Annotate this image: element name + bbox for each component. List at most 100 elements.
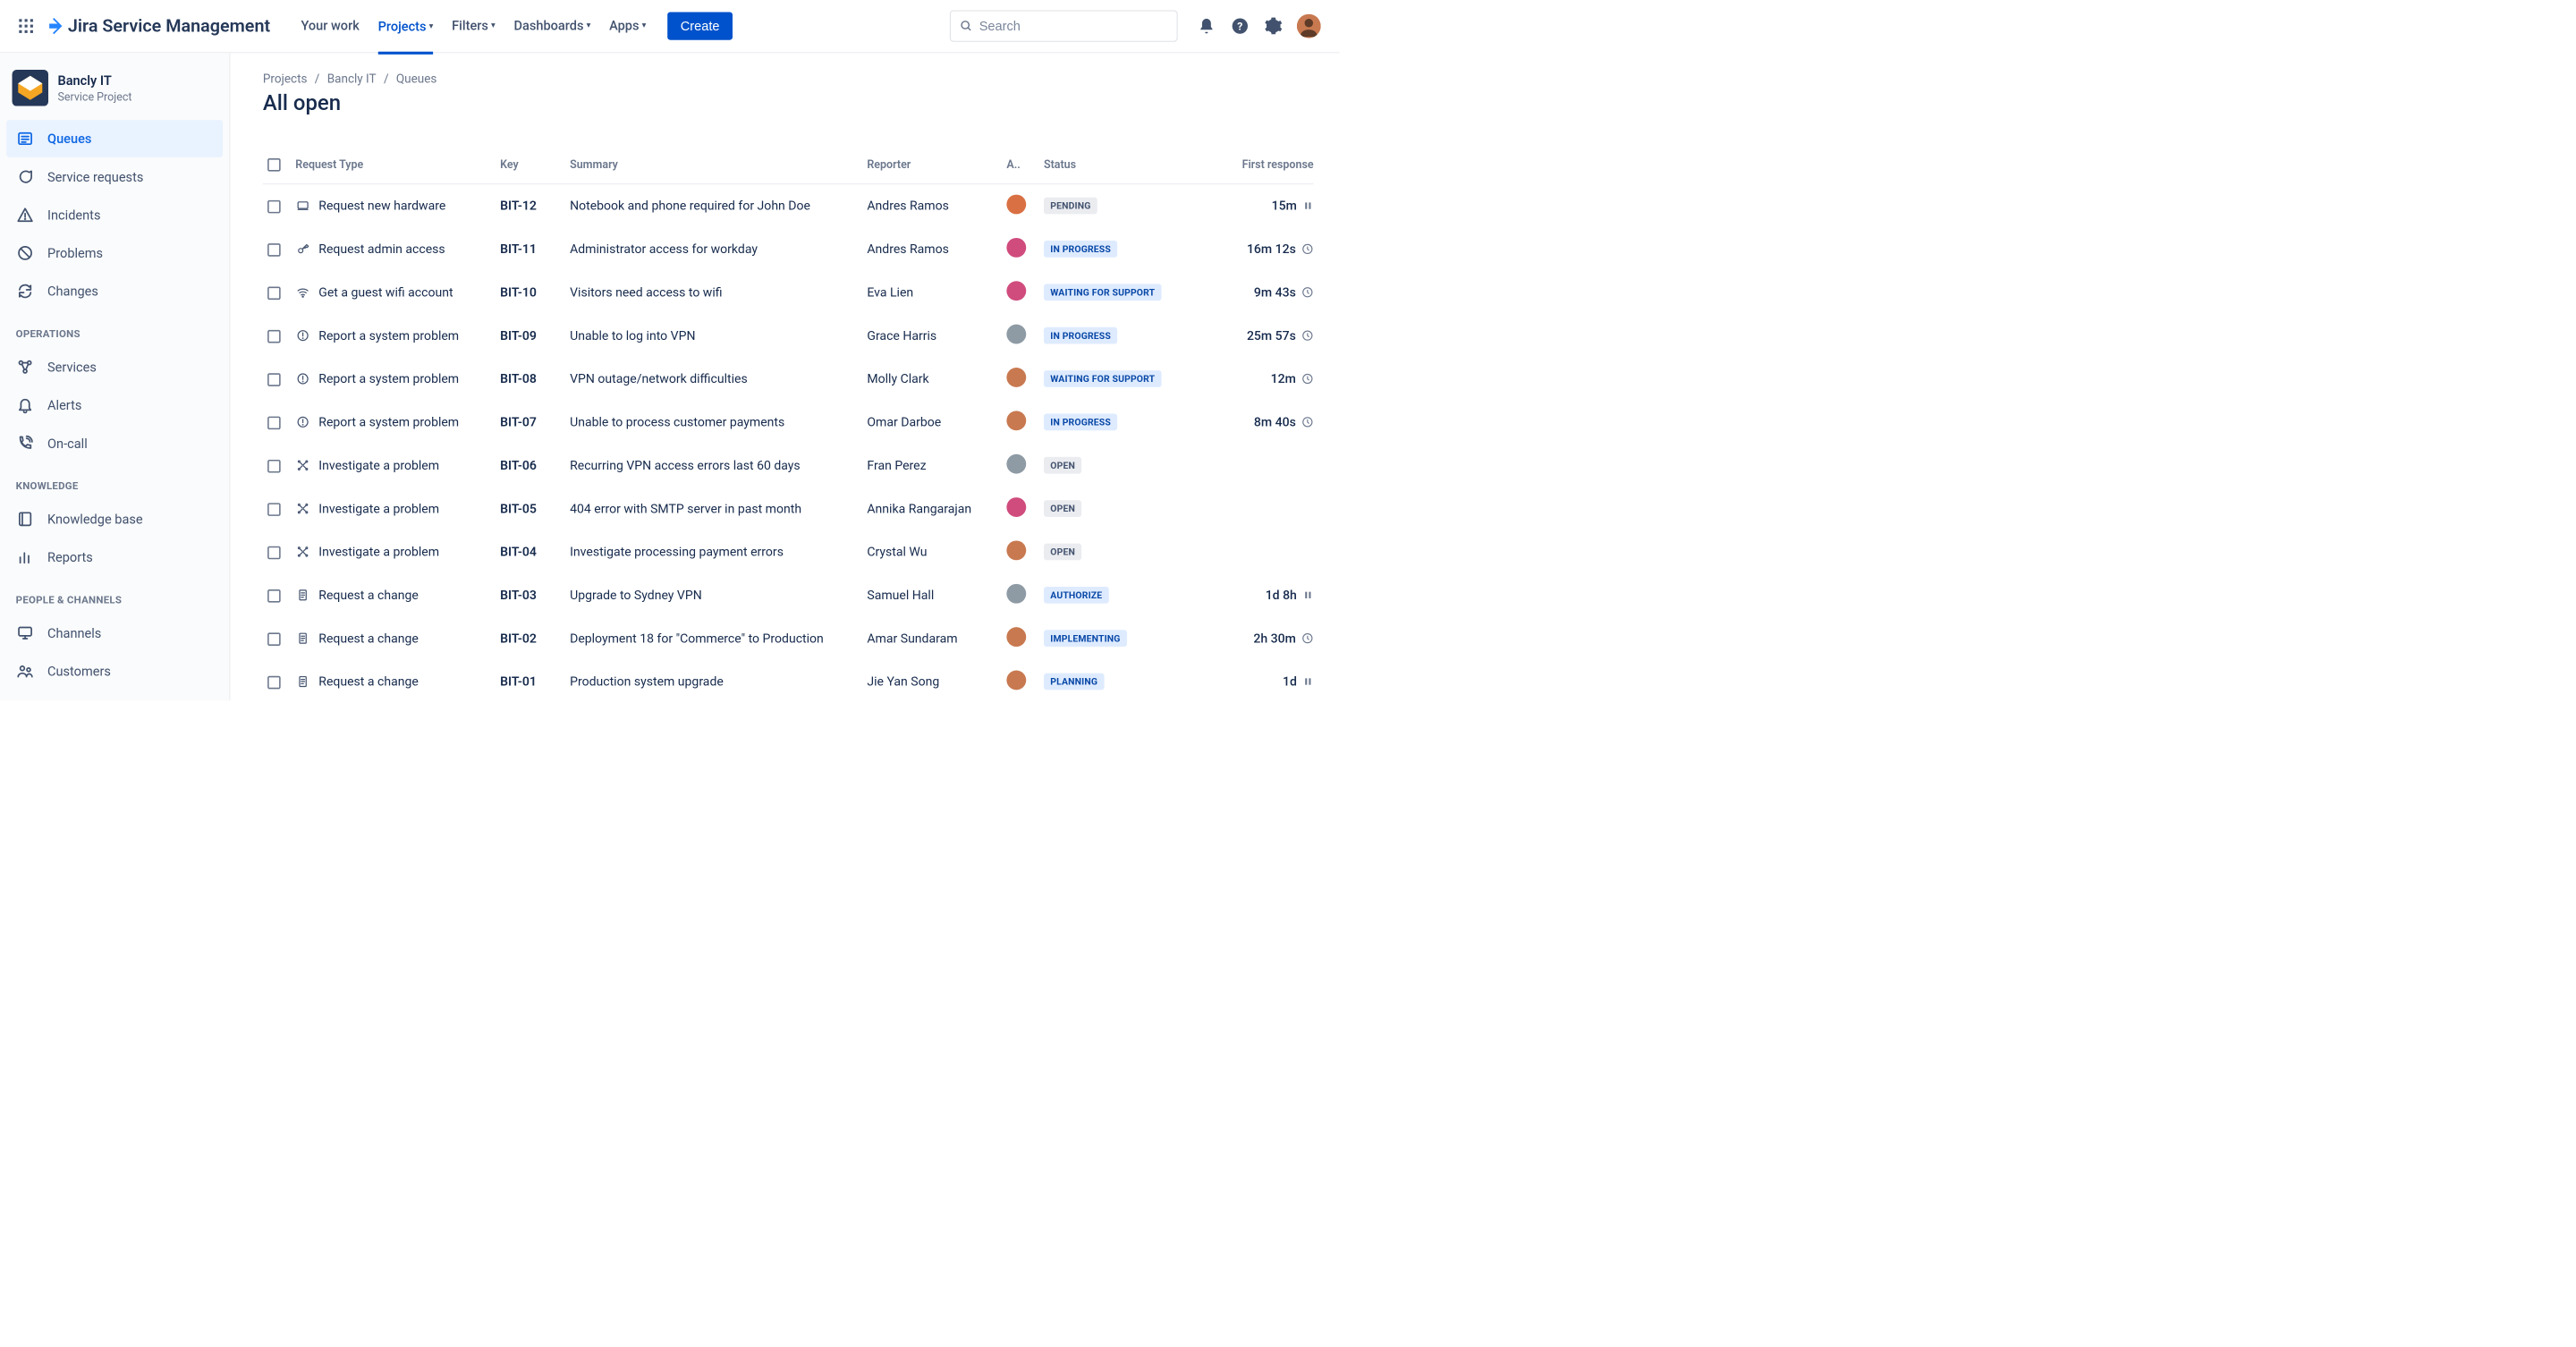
- assignee-avatar[interactable]: [1006, 670, 1026, 690]
- nav-item-dashboards[interactable]: Dashboards▾: [514, 18, 591, 35]
- row-checkbox[interactable]: [267, 373, 281, 386]
- row-checkbox[interactable]: [267, 546, 281, 559]
- status-badge[interactable]: WAITING FOR SUPPORT: [1044, 284, 1162, 301]
- sidebar-item-service-requests[interactable]: Service requests: [6, 158, 223, 196]
- col-assignee[interactable]: A..: [1002, 157, 1039, 183]
- breadcrumb-queues[interactable]: Queues: [396, 72, 437, 86]
- col-reporter[interactable]: Reporter: [862, 157, 1002, 183]
- reporter[interactable]: Jie Yan Song: [862, 660, 1002, 700]
- table-row[interactable]: Investigate a problem BIT-05 404 error w…: [263, 487, 1314, 529]
- status-badge[interactable]: IMPLEMENTING: [1044, 630, 1127, 647]
- row-checkbox[interactable]: [267, 416, 281, 429]
- reporter[interactable]: Fran Perez: [862, 444, 1002, 487]
- sidebar-item-channels[interactable]: Channels: [6, 614, 223, 652]
- summary[interactable]: Administrator access for workday: [565, 227, 862, 270]
- sidebar-item-problems[interactable]: Problems: [6, 234, 223, 272]
- summary[interactable]: Notebook and phone required for John Doe: [565, 183, 862, 227]
- status-badge[interactable]: OPEN: [1044, 543, 1081, 560]
- help-button[interactable]: ?: [1230, 16, 1250, 37]
- table-row[interactable]: Report a system problem BIT-07 Unable to…: [263, 401, 1314, 444]
- col-first-response[interactable]: First response: [1192, 157, 1313, 183]
- sidebar-item-services[interactable]: Services: [6, 348, 223, 385]
- assignee-avatar[interactable]: [1006, 453, 1026, 473]
- issue-key[interactable]: BIT-09: [496, 314, 565, 357]
- status-badge[interactable]: IN PROGRESS: [1044, 241, 1117, 258]
- col-summary[interactable]: Summary: [565, 157, 862, 183]
- nav-item-apps[interactable]: Apps▾: [609, 18, 646, 35]
- col-status[interactable]: Status: [1039, 157, 1193, 183]
- row-checkbox[interactable]: [267, 286, 281, 300]
- assignee-avatar[interactable]: [1006, 540, 1026, 560]
- table-row[interactable]: Request new hardware BIT-12 Notebook and…: [263, 183, 1314, 227]
- issue-key[interactable]: BIT-06: [496, 444, 565, 487]
- reporter[interactable]: Grace Harris: [862, 314, 1002, 357]
- assignee-avatar[interactable]: [1006, 411, 1026, 430]
- issue-key[interactable]: BIT-04: [496, 530, 565, 573]
- status-badge[interactable]: OPEN: [1044, 457, 1081, 474]
- table-row[interactable]: Investigate a problem BIT-04 Investigate…: [263, 530, 1314, 573]
- assignee-avatar[interactable]: [1006, 497, 1026, 517]
- breadcrumb-projects[interactable]: Projects: [263, 72, 308, 86]
- issue-key[interactable]: BIT-01: [496, 660, 565, 700]
- reporter[interactable]: Crystal Wu: [862, 530, 1002, 573]
- sidebar-item-on-call[interactable]: On-call: [6, 425, 223, 462]
- issue-key[interactable]: BIT-02: [496, 616, 565, 659]
- reporter[interactable]: Samuel Hall: [862, 573, 1002, 616]
- select-all-checkbox[interactable]: [267, 158, 281, 172]
- row-checkbox[interactable]: [267, 330, 281, 343]
- sidebar-item-queues[interactable]: Queues: [6, 120, 223, 157]
- issue-key[interactable]: BIT-11: [496, 227, 565, 270]
- project-header[interactable]: Bancly IT Service Project: [6, 70, 223, 119]
- status-badge[interactable]: OPEN: [1044, 500, 1081, 517]
- reporter[interactable]: Annika Rangarajan: [862, 487, 1002, 529]
- row-checkbox[interactable]: [267, 200, 281, 214]
- app-switcher-button[interactable]: [15, 15, 38, 38]
- reporter[interactable]: Andres Ramos: [862, 183, 1002, 227]
- row-checkbox[interactable]: [267, 460, 281, 473]
- reporter[interactable]: Andres Ramos: [862, 227, 1002, 270]
- summary[interactable]: Deployment 18 for "Commerce" to Producti…: [565, 616, 862, 659]
- settings-button[interactable]: [1263, 16, 1284, 37]
- product-logo[interactable]: Jira Service Management: [45, 16, 270, 37]
- sidebar-item-reports[interactable]: Reports: [6, 538, 223, 576]
- assignee-avatar[interactable]: [1006, 194, 1026, 214]
- nav-item-filters[interactable]: Filters▾: [452, 18, 496, 35]
- assignee-avatar[interactable]: [1006, 238, 1026, 258]
- table-row[interactable]: Request admin access BIT-11 Administrato…: [263, 227, 1314, 270]
- summary[interactable]: Investigate processing payment errors: [565, 530, 862, 573]
- issue-key[interactable]: BIT-10: [496, 270, 565, 313]
- row-checkbox[interactable]: [267, 632, 281, 646]
- row-checkbox[interactable]: [267, 589, 281, 603]
- reporter[interactable]: Eva Lien: [862, 270, 1002, 313]
- assignee-avatar[interactable]: [1006, 368, 1026, 387]
- issue-key[interactable]: BIT-05: [496, 487, 565, 529]
- table-row[interactable]: Request a change BIT-01 Production syste…: [263, 660, 1314, 700]
- create-button[interactable]: Create: [667, 13, 733, 40]
- row-checkbox[interactable]: [267, 676, 281, 690]
- summary[interactable]: 404 error with SMTP server in past month: [565, 487, 862, 529]
- table-row[interactable]: Report a system problem BIT-09 Unable to…: [263, 314, 1314, 357]
- summary[interactable]: Visitors need access to wifi: [565, 270, 862, 313]
- summary[interactable]: VPN outage/network difficulties: [565, 357, 862, 400]
- status-badge[interactable]: WAITING FOR SUPPORT: [1044, 370, 1162, 387]
- summary[interactable]: Production system upgrade: [565, 660, 862, 700]
- table-row[interactable]: Report a system problem BIT-08 VPN outag…: [263, 357, 1314, 400]
- row-checkbox[interactable]: [267, 243, 281, 257]
- assignee-avatar[interactable]: [1006, 583, 1026, 603]
- summary[interactable]: Unable to log into VPN: [565, 314, 862, 357]
- col-key[interactable]: Key: [496, 157, 565, 183]
- reporter[interactable]: Molly Clark: [862, 357, 1002, 400]
- status-badge[interactable]: PLANNING: [1044, 674, 1104, 690]
- summary[interactable]: Recurring VPN access errors last 60 days: [565, 444, 862, 487]
- table-row[interactable]: Investigate a problem BIT-06 Recurring V…: [263, 444, 1314, 487]
- col-request-type[interactable]: Request Type: [291, 157, 496, 183]
- table-row[interactable]: Request a change BIT-02 Deployment 18 fo…: [263, 616, 1314, 659]
- search-box[interactable]: [950, 10, 1178, 41]
- row-checkbox[interactable]: [267, 503, 281, 516]
- table-row[interactable]: Request a change BIT-03 Upgrade to Sydne…: [263, 573, 1314, 616]
- issue-key[interactable]: BIT-12: [496, 183, 565, 227]
- reporter[interactable]: Omar Darboe: [862, 401, 1002, 444]
- table-row[interactable]: Get a guest wifi account BIT-10 Visitors…: [263, 270, 1314, 313]
- search-input[interactable]: [979, 19, 1167, 34]
- summary[interactable]: Upgrade to Sydney VPN: [565, 573, 862, 616]
